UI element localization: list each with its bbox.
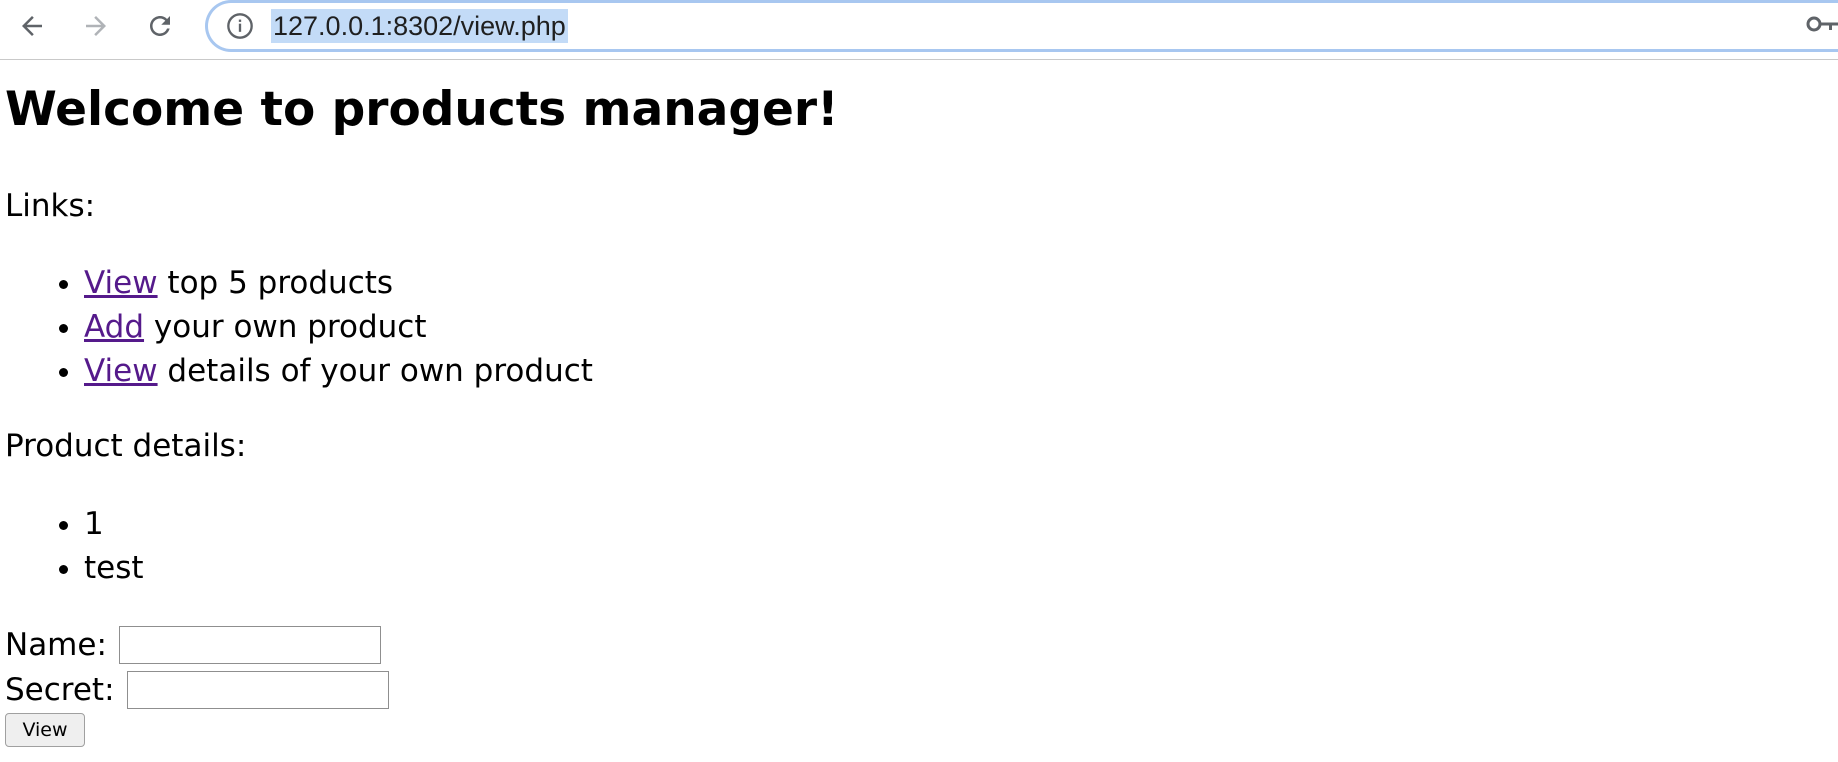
link-description: top 5 products — [157, 265, 394, 301]
name-label: Name: — [5, 627, 107, 663]
name-input[interactable] — [118, 626, 381, 664]
link-description: your own product — [144, 309, 427, 345]
link-description: details of your own product — [157, 353, 593, 389]
view-own-product-link[interactable]: View — [84, 353, 158, 389]
view-submit-button[interactable]: View — [5, 713, 85, 747]
address-bar[interactable]: 127.0.0.1:8302/view.php — [205, 0, 1838, 52]
reload-button[interactable] — [140, 6, 180, 46]
forward-arrow-icon — [86, 16, 106, 36]
secret-row: Secret: — [5, 670, 389, 710]
list-item: View top 5 products — [84, 261, 593, 305]
product-details-heading: Product details: — [5, 428, 247, 464]
reload-icon — [150, 15, 170, 36]
url-text[interactable]: 127.0.0.1:8302/view.php — [271, 9, 568, 43]
secret-input[interactable] — [126, 671, 389, 709]
links-list: View top 5 products Add your own product… — [5, 261, 593, 393]
back-arrow-icon — [22, 16, 42, 36]
add-product-link[interactable]: Add — [84, 309, 144, 345]
page-title: Welcome to products manager! — [5, 82, 839, 137]
view-top-products-link[interactable]: View — [84, 265, 158, 301]
browser-toolbar: 127.0.0.1:8302/view.php — [0, 0, 1838, 60]
list-item: test — [84, 546, 144, 590]
product-details-list: 1 test — [5, 502, 144, 590]
list-item: View details of your own product — [84, 349, 593, 393]
back-button[interactable] — [12, 6, 52, 46]
name-row: Name: — [5, 625, 381, 665]
info-icon[interactable] — [226, 12, 254, 40]
links-heading: Links: — [5, 188, 96, 224]
forward-button[interactable] — [76, 6, 116, 46]
list-item: 1 — [84, 502, 144, 546]
secret-label: Secret: — [5, 672, 115, 708]
key-icon[interactable] — [1805, 9, 1838, 39]
list-item: Add your own product — [84, 305, 593, 349]
